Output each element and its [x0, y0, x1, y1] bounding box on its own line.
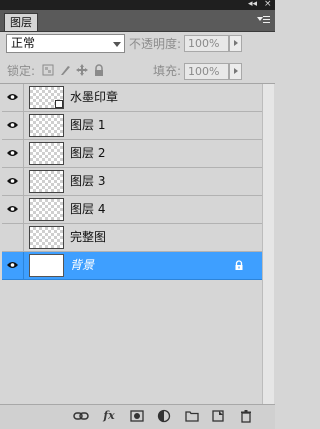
layer-name: 水墨印章: [70, 90, 119, 104]
lock-icon: [235, 260, 243, 270]
fill-field[interactable]: 100%: [184, 63, 229, 80]
eye-icon: [7, 122, 18, 128]
visibility-toggle[interactable]: [2, 140, 24, 167]
link-layers-icon[interactable]: [73, 409, 89, 423]
eye-icon: [7, 262, 18, 268]
layer-row[interactable]: 完整图: [2, 224, 262, 252]
layers-list: 水墨印章 图层 1 图层 2 图层 3 图层 4 完整图 背景: [2, 84, 262, 404]
visibility-toggle[interactable]: [2, 224, 24, 251]
lock-all-icon[interactable]: [93, 64, 105, 76]
layer-row[interactable]: 图层 4: [2, 196, 262, 224]
panel-menu-icon[interactable]: [256, 15, 270, 26]
layer-thumbnail: [29, 142, 64, 165]
layer-row[interactable]: 图层 1: [2, 112, 262, 140]
layer-row[interactable]: 图层 2: [2, 140, 262, 168]
layer-name: 完整图: [70, 230, 107, 244]
blend-mode-value: 正常: [11, 36, 36, 50]
close-panel-button[interactable]: ×: [264, 0, 272, 9]
visibility-toggle[interactable]: [2, 252, 24, 279]
adjustment-layer-icon[interactable]: [157, 409, 171, 423]
layer-thumbnail: [29, 86, 64, 109]
lock-image-pixels-icon[interactable]: [59, 64, 71, 76]
delete-layer-icon[interactable]: [239, 409, 253, 423]
opacity-slider-button[interactable]: [229, 35, 242, 52]
visibility-toggle[interactable]: [2, 196, 24, 223]
lock-position-icon[interactable]: [76, 64, 88, 76]
lock-transparent-pixels-icon[interactable]: [42, 64, 54, 76]
blend-opacity-row: 正常 不透明度: 100%: [0, 32, 275, 56]
layer-thumbnail: [29, 198, 64, 221]
layer-thumbnail: [29, 114, 64, 137]
layer-mask-icon[interactable]: [130, 409, 144, 423]
layer-row[interactable]: 图层 3: [2, 168, 262, 196]
fill-slider-button[interactable]: [229, 63, 242, 80]
eye-icon: [7, 178, 18, 184]
layer-name: 图层 2: [70, 146, 106, 160]
layer-thumbnail: [29, 254, 64, 277]
layer-thumbnail: [29, 170, 64, 193]
layer-row-selected[interactable]: 背景: [2, 252, 262, 280]
layer-name: 图层 4: [70, 202, 106, 216]
visibility-toggle[interactable]: [2, 168, 24, 195]
fill-label: 填充:: [153, 64, 182, 78]
window-title-strip: ◂◂ ×: [0, 0, 275, 10]
blend-mode-select[interactable]: 正常: [6, 34, 125, 53]
visibility-toggle[interactable]: [2, 112, 24, 139]
fx-icon[interactable]: fx: [102, 409, 116, 423]
opacity-field[interactable]: 100%: [184, 35, 229, 52]
new-layer-icon[interactable]: [211, 409, 225, 423]
lock-fill-row: 锁定: 填充: 100%: [0, 60, 275, 82]
visibility-toggle[interactable]: [2, 84, 24, 111]
layer-name: 图层 3: [70, 174, 106, 188]
layers-toolbar: fx: [0, 404, 275, 429]
panel-tab-bar: 图层: [0, 10, 275, 32]
layer-name: 图层 1: [70, 118, 106, 132]
chevron-down-icon: [113, 42, 121, 47]
eye-icon: [7, 206, 18, 212]
opacity-label: 不透明度:: [129, 37, 182, 51]
smart-object-icon: [55, 100, 63, 108]
eye-icon: [7, 94, 18, 100]
eye-icon: [7, 150, 18, 156]
layer-row[interactable]: 水墨印章: [2, 84, 262, 112]
layer-thumbnail: [29, 226, 64, 249]
tab-layers[interactable]: 图层: [4, 13, 38, 31]
collapse-panel-button[interactable]: ◂◂: [248, 0, 257, 9]
new-group-icon[interactable]: [185, 409, 199, 423]
lock-label: 锁定:: [7, 64, 36, 78]
layer-name: 背景: [70, 258, 95, 272]
layers-scrollbar[interactable]: [262, 84, 274, 404]
